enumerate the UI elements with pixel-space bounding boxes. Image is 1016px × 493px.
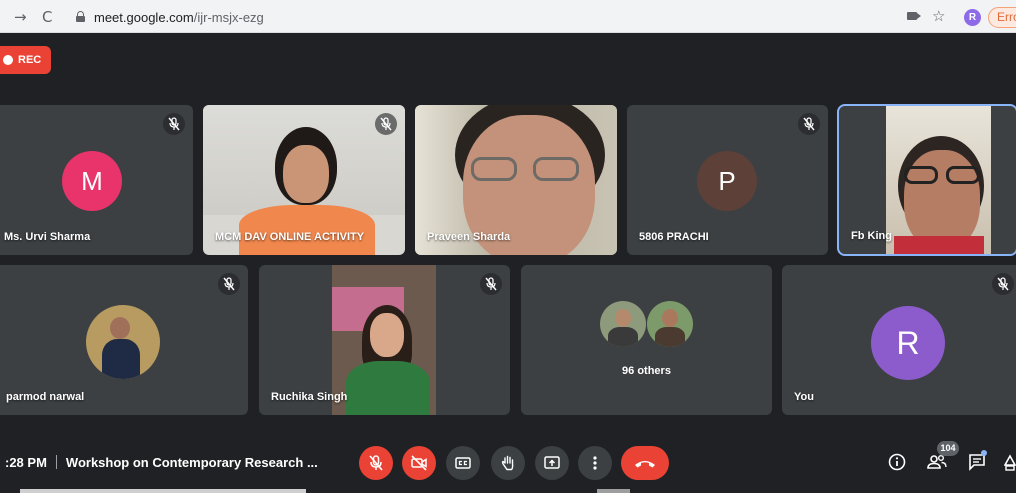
participant-name: Praveen Sharda (427, 231, 511, 243)
profile-avatar[interactable]: R (964, 9, 981, 26)
taskbar-strip (20, 489, 306, 493)
participant-avatar: M (62, 151, 122, 211)
leave-call-button[interactable] (621, 446, 669, 480)
error-button[interactable]: Error (988, 7, 1016, 28)
camera-toggle-button[interactable] (402, 446, 436, 480)
recording-dot-icon (3, 55, 13, 65)
participant-video (332, 265, 436, 415)
activities-icon (1003, 454, 1016, 471)
others-avatar (600, 301, 646, 347)
participant-tile[interactable]: Ruchika Singh (259, 265, 510, 415)
participant-name: You (794, 391, 814, 403)
forward-arrow-icon[interactable]: → (14, 8, 27, 26)
others-tile[interactable]: 96 others (521, 265, 772, 415)
present-screen-button[interactable] (535, 446, 569, 480)
participant-tile[interactable]: parmod narwal (0, 265, 248, 415)
raise-hand-button[interactable] (491, 446, 525, 480)
activities-button[interactable] (1003, 452, 1016, 477)
self-avatar: R (871, 306, 945, 380)
more-options-button[interactable] (578, 446, 612, 480)
muted-mic-icon (480, 273, 502, 295)
more-options-icon (593, 456, 597, 470)
url-text: meet.google.com/ijr-msjx-ezg (94, 10, 264, 25)
participant-tile[interactable]: Praveen Sharda (415, 105, 617, 255)
participant-video (886, 106, 991, 254)
participant-avatar: P (697, 151, 757, 211)
muted-mic-icon (218, 273, 240, 295)
participant-name: parmod narwal (6, 391, 85, 403)
meeting-time: :28 PM (5, 455, 47, 470)
captions-button[interactable] (446, 446, 480, 480)
chat-notification-dot (981, 450, 987, 456)
meeting-info-button[interactable] (887, 452, 907, 477)
info-icon (888, 453, 906, 471)
recording-label: REC (18, 54, 42, 66)
participant-name: Ms. Urvi Sharma (4, 231, 91, 243)
divider (55, 455, 57, 469)
participant-name: 5806 PRACHI (639, 231, 709, 243)
mic-off-icon (369, 455, 383, 471)
muted-mic-icon (163, 113, 185, 135)
others-count: 96 others (622, 365, 671, 377)
camera-off-icon (411, 455, 427, 471)
participant-tile[interactable]: P 5806 PRACHI (627, 105, 828, 255)
raise-hand-icon (501, 455, 514, 471)
bookmark-star-icon[interactable]: ☆ (932, 7, 945, 25)
participant-tile[interactable]: M Ms. Urvi Sharma (0, 105, 193, 255)
reload-icon[interactable]: C (42, 8, 52, 26)
meeting-details: :28 PM Workshop on Contemporary Research … (5, 455, 318, 470)
hang-up-icon (635, 461, 655, 468)
present-screen-icon (544, 456, 560, 469)
browser-toolbar: → C meet.google.com/ijr-msjx-ezg ☆ R Err… (0, 0, 1016, 33)
participant-tile[interactable]: MCM DAV ONLINE ACTIVITY (203, 105, 405, 255)
others-avatar (647, 301, 693, 347)
self-tile[interactable]: R You (782, 265, 1016, 415)
lock-icon (76, 11, 85, 22)
meeting-title[interactable]: Workshop on Contemporary Research ... (66, 455, 318, 470)
participant-name: Ruchika Singh (271, 391, 348, 403)
url-path: /ijr-msjx-ezg (193, 10, 264, 25)
participant-tile-speaking[interactable]: Fb King (837, 104, 1016, 256)
participant-count-badge: 104 (937, 441, 959, 456)
participant-avatar (86, 305, 160, 379)
captions-icon (455, 457, 471, 469)
camera-indicator-icon[interactable] (907, 12, 921, 20)
recording-badge: REC (0, 46, 51, 74)
address-bar[interactable]: meet.google.com/ijr-msjx-ezg (64, 5, 944, 29)
participant-name: MCM DAV ONLINE ACTIVITY (215, 231, 365, 243)
muted-mic-icon (798, 113, 820, 135)
muted-mic-icon (375, 113, 397, 135)
muted-mic-icon (992, 273, 1014, 295)
mic-toggle-button[interactable] (359, 446, 393, 480)
participant-name: Fb King (851, 230, 892, 242)
url-host: meet.google.com (94, 10, 194, 25)
taskbar-strip (597, 489, 630, 493)
